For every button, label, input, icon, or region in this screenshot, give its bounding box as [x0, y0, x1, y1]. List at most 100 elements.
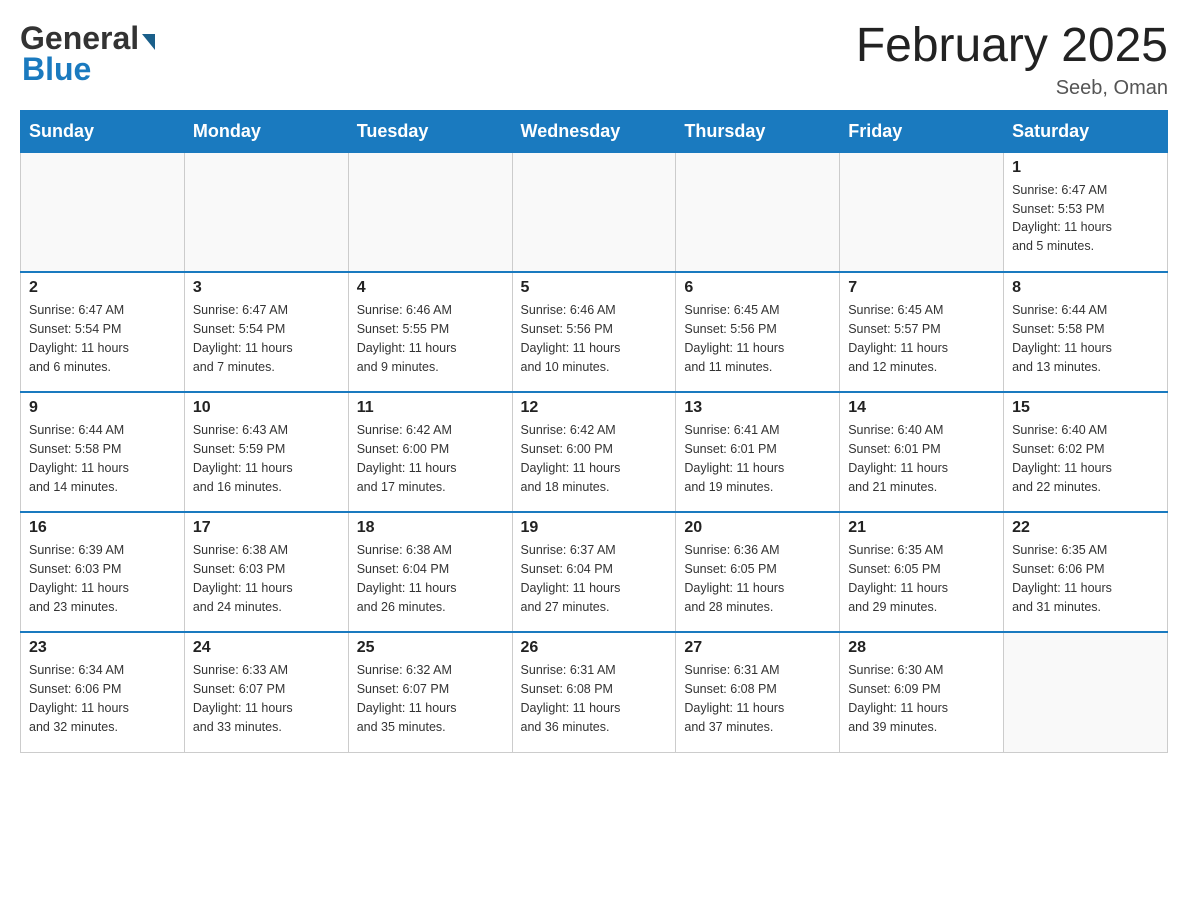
calendar-cell: 23 Sunrise: 6:34 AMSunset: 6:06 PMDayligh…: [21, 632, 185, 752]
calendar-week-row: 1 Sunrise: 6:47 AMSunset: 5:53 PMDaylight…: [21, 152, 1168, 272]
logo-triangle-icon: [142, 34, 155, 50]
day-info: Sunrise: 6:37 AMSunset: 6:04 PMDaylight:…: [521, 541, 668, 616]
day-info: Sunrise: 6:42 AMSunset: 6:00 PMDaylight:…: [357, 421, 504, 496]
calendar-cell: 2 Sunrise: 6:47 AMSunset: 5:54 PMDaylight…: [21, 272, 185, 392]
day-info: Sunrise: 6:45 AMSunset: 5:57 PMDaylight:…: [848, 301, 995, 376]
day-number: 2: [29, 279, 176, 297]
day-info: Sunrise: 6:43 AMSunset: 5:59 PMDaylight:…: [193, 421, 340, 496]
day-number: 7: [848, 279, 995, 297]
day-info: Sunrise: 6:41 AMSunset: 6:01 PMDaylight:…: [684, 421, 831, 496]
day-info: Sunrise: 6:44 AMSunset: 5:58 PMDaylight:…: [1012, 301, 1159, 376]
calendar-cell: [840, 152, 1004, 272]
calendar-cell: 6 Sunrise: 6:45 AMSunset: 5:56 PMDaylight…: [676, 272, 840, 392]
calendar-cell: 4 Sunrise: 6:46 AMSunset: 5:55 PMDaylight…: [348, 272, 512, 392]
calendar-header-monday: Monday: [184, 110, 348, 152]
day-number: 1: [1012, 159, 1159, 177]
logo-blue: Blue: [22, 51, 91, 88]
day-number: 27: [684, 639, 831, 657]
day-info: Sunrise: 6:40 AMSunset: 6:01 PMDaylight:…: [848, 421, 995, 496]
calendar-header-saturday: Saturday: [1004, 110, 1168, 152]
day-number: 22: [1012, 519, 1159, 537]
day-number: 9: [29, 399, 176, 417]
day-info: Sunrise: 6:35 AMSunset: 6:05 PMDaylight:…: [848, 541, 995, 616]
day-info: Sunrise: 6:40 AMSunset: 6:02 PMDaylight:…: [1012, 421, 1159, 496]
calendar-header-wednesday: Wednesday: [512, 110, 676, 152]
day-number: 11: [357, 399, 504, 417]
day-info: Sunrise: 6:32 AMSunset: 6:07 PMDaylight:…: [357, 661, 504, 736]
day-info: Sunrise: 6:47 AMSunset: 5:54 PMDaylight:…: [193, 301, 340, 376]
day-info: Sunrise: 6:38 AMSunset: 6:04 PMDaylight:…: [357, 541, 504, 616]
month-title: February 2025: [856, 20, 1168, 73]
day-number: 16: [29, 519, 176, 537]
calendar-cell: 24 Sunrise: 6:33 AMSunset: 6:07 PMDayligh…: [184, 632, 348, 752]
calendar-cell: 14 Sunrise: 6:40 AMSunset: 6:01 PMDayligh…: [840, 392, 1004, 512]
calendar-cell: 1 Sunrise: 6:47 AMSunset: 5:53 PMDaylight…: [1004, 152, 1168, 272]
calendar-cell: 5 Sunrise: 6:46 AMSunset: 5:56 PMDaylight…: [512, 272, 676, 392]
day-number: 12: [521, 399, 668, 417]
day-info: Sunrise: 6:47 AMSunset: 5:53 PMDaylight:…: [1012, 181, 1159, 256]
day-number: 26: [521, 639, 668, 657]
day-info: Sunrise: 6:34 AMSunset: 6:06 PMDaylight:…: [29, 661, 176, 736]
day-number: 18: [357, 519, 504, 537]
calendar-cell: 19 Sunrise: 6:37 AMSunset: 6:04 PMDayligh…: [512, 512, 676, 632]
day-info: Sunrise: 6:33 AMSunset: 6:07 PMDaylight:…: [193, 661, 340, 736]
day-info: Sunrise: 6:42 AMSunset: 6:00 PMDaylight:…: [521, 421, 668, 496]
calendar-cell: 15 Sunrise: 6:40 AMSunset: 6:02 PMDayligh…: [1004, 392, 1168, 512]
day-info: Sunrise: 6:46 AMSunset: 5:55 PMDaylight:…: [357, 301, 504, 376]
calendar-week-row: 2 Sunrise: 6:47 AMSunset: 5:54 PMDaylight…: [21, 272, 1168, 392]
day-number: 8: [1012, 279, 1159, 297]
day-number: 23: [29, 639, 176, 657]
calendar-cell: 26 Sunrise: 6:31 AMSunset: 6:08 PMDayligh…: [512, 632, 676, 752]
calendar-header-sunday: Sunday: [21, 110, 185, 152]
day-number: 14: [848, 399, 995, 417]
calendar-cell: 10Sunrise: 6:43 AMSunset: 5:59 PMDayligh…: [184, 392, 348, 512]
calendar-week-row: 9 Sunrise: 6:44 AMSunset: 5:58 PMDaylight…: [21, 392, 1168, 512]
day-info: Sunrise: 6:45 AMSunset: 5:56 PMDaylight:…: [684, 301, 831, 376]
day-info: Sunrise: 6:35 AMSunset: 6:06 PMDaylight:…: [1012, 541, 1159, 616]
day-number: 15: [1012, 399, 1159, 417]
calendar-week-row: 23 Sunrise: 6:34 AMSunset: 6:06 PMDayligh…: [21, 632, 1168, 752]
calendar-cell: 20Sunrise: 6:36 AMSunset: 6:05 PMDayligh…: [676, 512, 840, 632]
calendar-cell: 9 Sunrise: 6:44 AMSunset: 5:58 PMDaylight…: [21, 392, 185, 512]
calendar-cell: 11 Sunrise: 6:42 AMSunset: 6:00 PMDayligh…: [348, 392, 512, 512]
day-number: 21: [848, 519, 995, 537]
calendar-cell: 13Sunrise: 6:41 AMSunset: 6:01 PMDayligh…: [676, 392, 840, 512]
calendar-cell: 25 Sunrise: 6:32 AMSunset: 6:07 PMDayligh…: [348, 632, 512, 752]
location: Seeb, Oman: [856, 77, 1168, 100]
day-number: 5: [521, 279, 668, 297]
day-info: Sunrise: 6:31 AMSunset: 6:08 PMDaylight:…: [684, 661, 831, 736]
calendar-cell: [1004, 632, 1168, 752]
day-number: 20: [684, 519, 831, 537]
day-info: Sunrise: 6:31 AMSunset: 6:08 PMDaylight:…: [521, 661, 668, 736]
calendar-cell: 28Sunrise: 6:30 AMSunset: 6:09 PMDayligh…: [840, 632, 1004, 752]
calendar-cell: 17Sunrise: 6:38 AMSunset: 6:03 PMDayligh…: [184, 512, 348, 632]
calendar-cell: 12 Sunrise: 6:42 AMSunset: 6:00 PMDayligh…: [512, 392, 676, 512]
page-header: General Blue February 2025 Seeb, Oman: [20, 20, 1168, 100]
calendar-week-row: 16 Sunrise: 6:39 AMSunset: 6:03 PMDayligh…: [21, 512, 1168, 632]
calendar-header-thursday: Thursday: [676, 110, 840, 152]
day-number: 19: [521, 519, 668, 537]
day-info: Sunrise: 6:44 AMSunset: 5:58 PMDaylight:…: [29, 421, 176, 496]
day-number: 17: [193, 519, 340, 537]
calendar-cell: [184, 152, 348, 272]
day-number: 24: [193, 639, 340, 657]
day-number: 6: [684, 279, 831, 297]
title-section: February 2025 Seeb, Oman: [856, 20, 1168, 100]
calendar-cell: 27 Sunrise: 6:31 AMSunset: 6:08 PMDayligh…: [676, 632, 840, 752]
calendar-cell: 21 Sunrise: 6:35 AMSunset: 6:05 PMDayligh…: [840, 512, 1004, 632]
day-number: 4: [357, 279, 504, 297]
day-info: Sunrise: 6:39 AMSunset: 6:03 PMDaylight:…: [29, 541, 176, 616]
day-number: 25: [357, 639, 504, 657]
day-info: Sunrise: 6:47 AMSunset: 5:54 PMDaylight:…: [29, 301, 176, 376]
calendar-header-tuesday: Tuesday: [348, 110, 512, 152]
calendar-cell: [676, 152, 840, 272]
calendar-table: SundayMondayTuesdayWednesdayThursdayFrid…: [20, 110, 1168, 753]
calendar-cell: 3 Sunrise: 6:47 AMSunset: 5:54 PMDaylight…: [184, 272, 348, 392]
logo: General Blue: [20, 20, 155, 88]
day-number: 3: [193, 279, 340, 297]
calendar-header-row: SundayMondayTuesdayWednesdayThursdayFrid…: [21, 110, 1168, 152]
day-number: 28: [848, 639, 995, 657]
calendar-cell: 7 Sunrise: 6:45 AMSunset: 5:57 PMDaylight…: [840, 272, 1004, 392]
day-info: Sunrise: 6:46 AMSunset: 5:56 PMDaylight:…: [521, 301, 668, 376]
calendar-header-friday: Friday: [840, 110, 1004, 152]
